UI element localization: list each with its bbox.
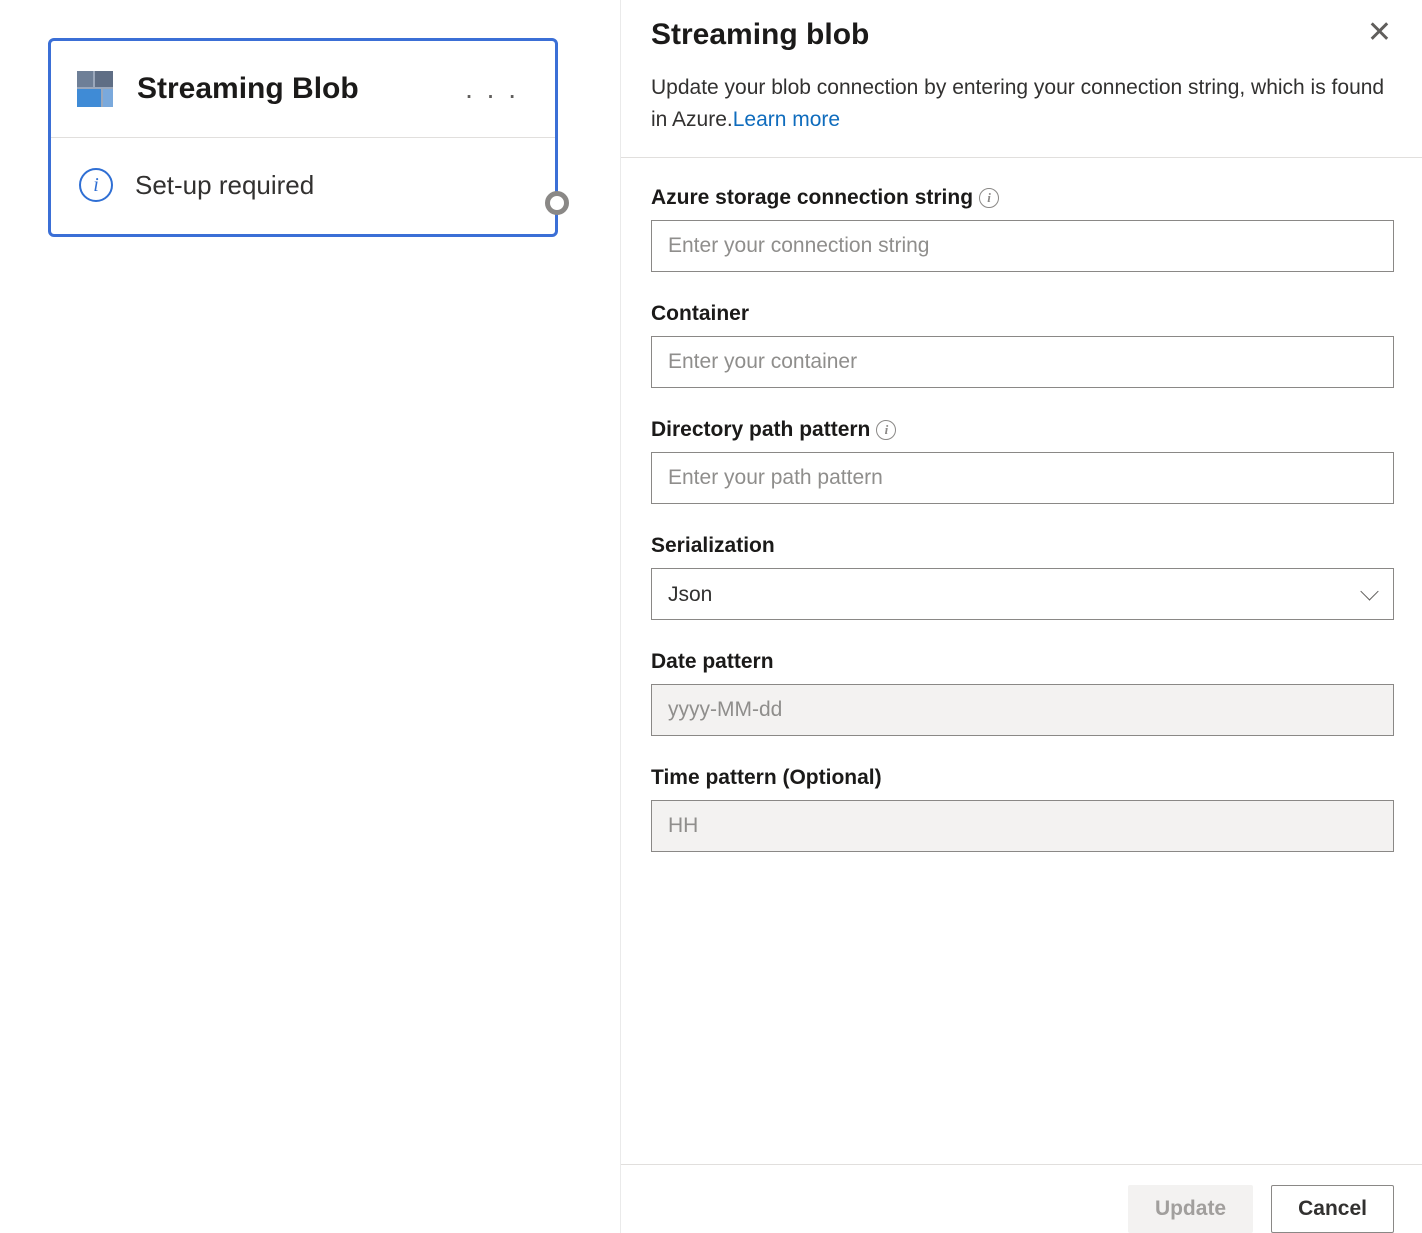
output-handle[interactable] [545, 191, 569, 215]
container-label: Container [651, 302, 749, 326]
panel-title: Streaming blob [651, 18, 1365, 52]
cancel-button[interactable]: Cancel [1271, 1185, 1394, 1233]
container-input[interactable] [651, 336, 1394, 388]
field-path-pattern: Directory path pattern i [651, 418, 1394, 504]
update-button[interactable]: Update [1128, 1185, 1253, 1233]
blob-icon [77, 71, 113, 107]
info-tip-icon[interactable]: i [979, 188, 999, 208]
node-status: Set-up required [135, 170, 314, 201]
panel-footer: Update Cancel [621, 1164, 1422, 1233]
field-time-pattern: Time pattern (Optional) [651, 766, 1394, 852]
date-pattern-label: Date pattern [651, 650, 774, 674]
node-header: Streaming Blob . . . [51, 41, 555, 138]
info-icon: i [79, 168, 113, 202]
field-container: Container [651, 302, 1394, 388]
streaming-blob-node[interactable]: Streaming Blob . . . i Set-up required [48, 38, 558, 237]
close-icon[interactable]: ✕ [1365, 18, 1394, 48]
date-pattern-input [651, 684, 1394, 736]
field-date-pattern: Date pattern [651, 650, 1394, 736]
info-tip-icon[interactable]: i [876, 420, 896, 440]
config-panel: Streaming blob ✕ Update your blob connec… [620, 0, 1422, 1233]
learn-more-link[interactable]: Learn more [733, 108, 840, 131]
panel-body: Azure storage connection string i Contai… [621, 158, 1422, 1164]
time-pattern-input [651, 800, 1394, 852]
connection-string-input[interactable] [651, 220, 1394, 272]
serialization-select[interactable]: Json [651, 568, 1394, 620]
panel-header: Streaming blob ✕ Update your blob connec… [621, 18, 1422, 158]
field-serialization: Serialization Json [651, 534, 1394, 620]
connection-string-label: Azure storage connection string [651, 186, 973, 210]
node-title: Streaming Blob [137, 72, 455, 106]
path-pattern-input[interactable] [651, 452, 1394, 504]
field-connection-string: Azure storage connection string i [651, 186, 1394, 272]
time-pattern-label: Time pattern (Optional) [651, 766, 882, 790]
panel-description: Update your blob connection by entering … [651, 72, 1394, 135]
node-more-menu[interactable]: . . . [455, 69, 529, 109]
path-pattern-label: Directory path pattern [651, 418, 870, 442]
serialization-label: Serialization [651, 534, 775, 558]
node-body: i Set-up required [51, 138, 555, 234]
